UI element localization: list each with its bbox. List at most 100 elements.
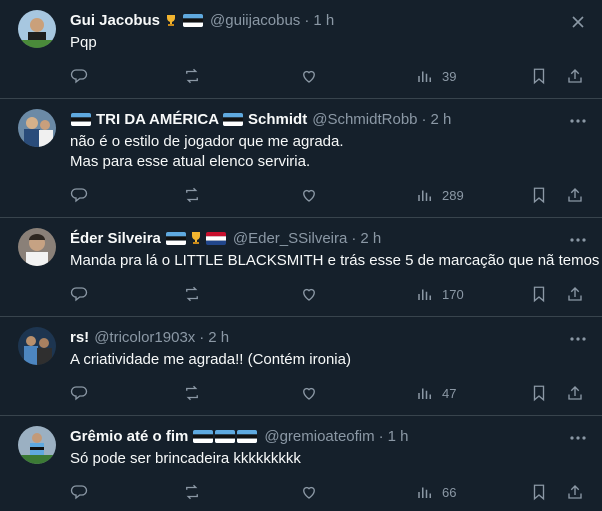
- handle[interactable]: @SchmidtRobb: [312, 111, 417, 128]
- tweet-text-line: Mas para esse atual elenco serviria.: [70, 153, 311, 170]
- action-bar: 170: [70, 275, 586, 317]
- views-count: 47: [442, 385, 457, 401]
- tweet[interactable]: Éder Silveira @Eder_SSilveira · 2 h Mand…: [0, 218, 602, 317]
- views-stat[interactable]: 39: [416, 67, 456, 85]
- retweet-icon[interactable]: [183, 67, 201, 85]
- views-count: 289: [442, 187, 464, 203]
- views-stat[interactable]: 47: [416, 384, 456, 402]
- trophy-badge-icon: [164, 13, 178, 27]
- analytics-icon: [418, 289, 431, 300]
- tweet-header: Gui Jacobus @guiijacobus · 1 h: [70, 10, 586, 30]
- avatar[interactable]: [18, 10, 56, 48]
- retweet-icon[interactable]: [183, 285, 201, 303]
- display-name[interactable]: Gui Jacobus: [70, 12, 160, 29]
- more-options-icon[interactable]: [568, 230, 588, 250]
- like-icon[interactable]: [300, 67, 318, 85]
- tweet-text-line: Só pode ser brincadeira kkkkkkkkk: [70, 450, 301, 467]
- separator-dot: ·: [421, 110, 427, 128]
- tweet-text-line: Manda pra lá o LITTLE BLACKSMITH e trás …: [70, 252, 600, 269]
- views-count: 66: [442, 484, 457, 500]
- avatar[interactable]: [18, 426, 56, 464]
- tweet[interactable]: Grêmio até o fim @gremioateofim · 1 h Só…: [0, 416, 602, 511]
- reply-icon[interactable]: [70, 384, 88, 402]
- tweet-text: não é o estilo de jogador que me agrada.…: [70, 132, 586, 172]
- like-icon[interactable]: [300, 186, 318, 204]
- trophy-icon: [189, 231, 203, 245]
- reply-icon[interactable]: [70, 285, 88, 303]
- tweet-text: Só pode ser brincadeira kkkkkkkkk: [70, 449, 586, 469]
- tweet-header: rs! @tricolor1903x · 2 h: [70, 327, 586, 347]
- separator-dot: ·: [351, 229, 357, 247]
- separator-dot: ·: [378, 427, 384, 445]
- display-name-suffix[interactable]: Schmidt: [248, 111, 307, 128]
- more-options-icon[interactable]: [568, 329, 588, 349]
- bookmark-icon[interactable]: [530, 384, 548, 402]
- reply-icon[interactable]: [70, 483, 88, 501]
- views-stat[interactable]: 289: [416, 186, 464, 204]
- more-options-icon[interactable]: [568, 428, 588, 448]
- handle[interactable]: @gremioateofim: [264, 428, 374, 445]
- action-bar: 66: [70, 473, 586, 511]
- tweet-text-line: Pqp: [70, 34, 97, 51]
- more-options-icon[interactable]: [568, 111, 588, 131]
- timestamp[interactable]: 2 h: [360, 230, 381, 247]
- handle[interactable]: @tricolor1903x: [94, 329, 195, 346]
- share-icon[interactable]: [566, 483, 584, 501]
- flag-icon: [165, 231, 186, 245]
- handle[interactable]: @Eder_SSilveira: [233, 230, 347, 247]
- tweet[interactable]: rs! @tricolor1903x · 2 h A criatividade …: [0, 317, 602, 416]
- views-count: 39: [442, 68, 457, 84]
- like-icon[interactable]: [300, 285, 318, 303]
- avatar[interactable]: [18, 327, 56, 365]
- flag-icon: [71, 112, 91, 126]
- share-icon[interactable]: [566, 186, 584, 204]
- handle[interactable]: @guiijacobus: [210, 12, 300, 29]
- share-icon[interactable]: [566, 285, 584, 303]
- like-icon[interactable]: [300, 384, 318, 402]
- separator-dot: ·: [199, 328, 205, 346]
- flag-netherlands-icon: [205, 231, 226, 245]
- tweet-text: Manda pra lá o LITTLE BLACKSMITH e trás …: [70, 251, 600, 271]
- views-stat[interactable]: 170: [416, 285, 464, 303]
- more-options-icon[interactable]: [568, 12, 588, 32]
- bookmark-icon[interactable]: [530, 186, 548, 204]
- retweet-icon[interactable]: [183, 483, 201, 501]
- display-name[interactable]: TRI DA AMÉRICA: [96, 111, 219, 128]
- avatar[interactable]: [18, 228, 56, 266]
- analytics-icon: [418, 487, 431, 498]
- action-bar: 39: [70, 57, 586, 99]
- share-icon[interactable]: [566, 67, 584, 85]
- retweet-icon[interactable]: [183, 384, 201, 402]
- tweet[interactable]: TRI DA AMÉRICA Schmidt @SchmidtRobb · 2 …: [0, 99, 602, 218]
- reply-icon[interactable]: [70, 67, 88, 85]
- like-icon[interactable]: [300, 483, 318, 501]
- tweet-text: A criatividade me agrada!! (Contém ironi…: [70, 350, 586, 370]
- bookmark-icon[interactable]: [530, 67, 548, 85]
- views-stat[interactable]: 66: [416, 483, 456, 501]
- display-name[interactable]: rs!: [70, 329, 89, 346]
- reply-icon[interactable]: [70, 186, 88, 204]
- display-name[interactable]: Grêmio até o fim: [70, 428, 188, 445]
- action-bar: 289: [70, 176, 586, 218]
- flag-icon: [215, 429, 236, 443]
- tweet-header: Éder Silveira @Eder_SSilveira · 2 h: [70, 228, 586, 248]
- retweet-icon[interactable]: [183, 186, 201, 204]
- avatar[interactable]: [18, 109, 56, 147]
- tweet-header: Grêmio até o fim @gremioateofim · 1 h: [70, 426, 586, 446]
- analytics-icon: [418, 190, 431, 201]
- analytics-icon: [418, 388, 431, 399]
- timestamp[interactable]: 2 h: [431, 111, 452, 128]
- tweet[interactable]: Gui Jacobus @guiijacobus · 1 h Pqp 39: [0, 0, 602, 99]
- flag-icon: [183, 13, 204, 27]
- timestamp[interactable]: 1 h: [313, 12, 334, 29]
- tweet-text: Pqp: [70, 33, 586, 53]
- share-icon[interactable]: [566, 384, 584, 402]
- separator-dot: ·: [304, 11, 310, 29]
- timestamp[interactable]: 1 h: [388, 428, 409, 445]
- display-name[interactable]: Éder Silveira: [70, 230, 161, 247]
- timeline-feed: Gui Jacobus @guiijacobus · 1 h Pqp 39 TR…: [0, 0, 602, 511]
- timestamp[interactable]: 2 h: [208, 329, 229, 346]
- flag-icon: [193, 429, 214, 443]
- bookmark-icon[interactable]: [530, 285, 548, 303]
- bookmark-icon[interactable]: [530, 483, 548, 501]
